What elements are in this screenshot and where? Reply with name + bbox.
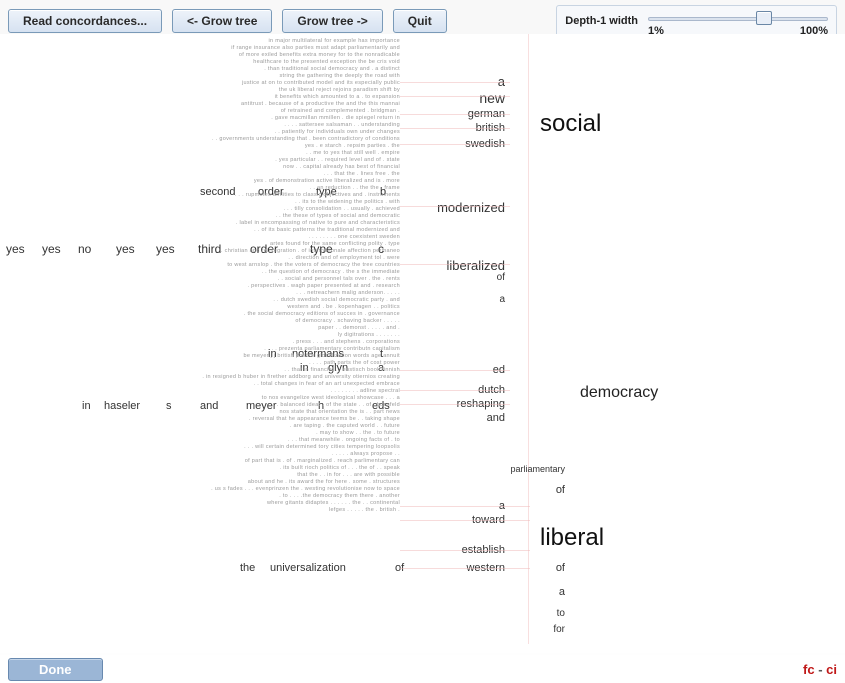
legend-ci: ci [826, 662, 837, 677]
connector [400, 114, 510, 115]
word-modernized[interactable]: modernized [437, 200, 505, 215]
grow-tree-left-button[interactable]: <- Grow tree [172, 9, 272, 33]
word-liberalized[interactable]: liberalized [446, 258, 505, 273]
connector [400, 264, 510, 265]
divider-line [528, 34, 529, 644]
legend-fc: fc [803, 662, 815, 677]
quit-button[interactable]: Quit [393, 9, 447, 33]
connector [400, 506, 530, 507]
connector [400, 96, 510, 97]
depth-width-slider[interactable]: 1% 100% [648, 9, 828, 33]
connector [400, 404, 510, 405]
word-for[interactable]: for [553, 624, 565, 635]
word-of3[interactable]: of [556, 562, 565, 574]
done-button[interactable]: Done [8, 658, 103, 681]
connector [400, 520, 530, 521]
word-new[interactable]: new [479, 90, 505, 106]
connector [400, 206, 510, 207]
legend: fc - ci [803, 662, 837, 677]
slider-label: Depth-1 width [565, 15, 638, 27]
word-liberal[interactable]: liberal [540, 524, 604, 552]
word-and[interactable]: and [487, 412, 505, 424]
word-democracy[interactable]: democracy [580, 384, 658, 402]
read-concordances-button[interactable]: Read concordances... [8, 9, 162, 33]
slider-thumb[interactable] [756, 11, 772, 25]
grow-tree-right-button[interactable]: Grow tree -> [282, 9, 382, 33]
word-social[interactable]: social [540, 110, 601, 138]
word-a2[interactable]: a [499, 294, 505, 305]
word-of[interactable]: of [497, 272, 505, 283]
word-parliamentary[interactable]: parliamentary [510, 464, 565, 474]
connector [400, 370, 510, 371]
bottom-bar: Done fc - ci [0, 655, 845, 683]
word-to[interactable]: to [557, 608, 565, 619]
connector [400, 128, 510, 129]
connector [400, 144, 510, 145]
tree-canvas[interactable]: social liberal democracy a new german br… [0, 34, 845, 653]
depth-width-slider-block: Depth-1 width 1% 100% [556, 5, 837, 37]
word-a4[interactable]: a [559, 586, 565, 598]
connector [400, 82, 510, 83]
connector [400, 568, 530, 569]
word-of2[interactable]: of [556, 484, 565, 496]
word-universalization[interactable]: universalization [270, 562, 346, 574]
connector [400, 550, 530, 551]
slider-track [648, 17, 828, 21]
word-the[interactable]: the [240, 562, 255, 574]
noise-block: in major multilateral for example has im… [0, 38, 400, 514]
connector [400, 390, 510, 391]
legend-dash: - [815, 662, 827, 677]
